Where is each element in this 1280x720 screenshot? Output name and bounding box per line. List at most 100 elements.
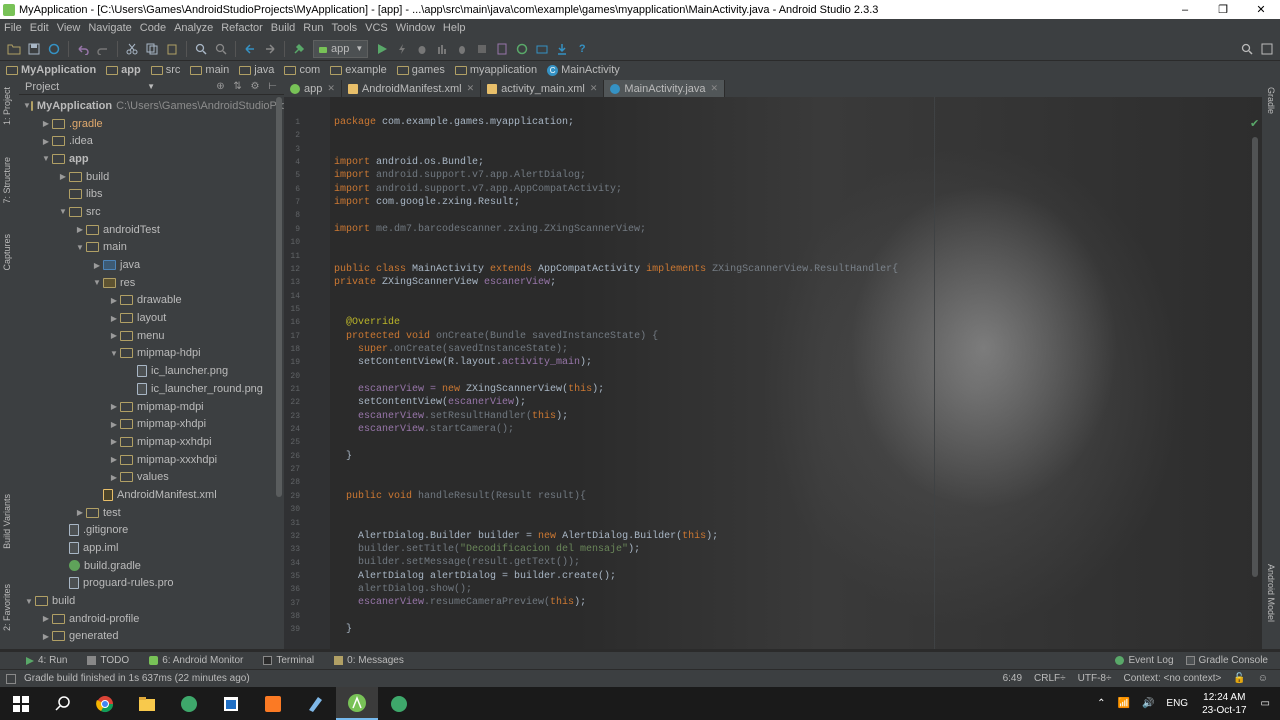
caret-position[interactable]: 6:49	[1003, 673, 1022, 684]
menu-edit[interactable]: Edit	[30, 22, 49, 34]
menu-refactor[interactable]: Refactor	[221, 22, 263, 34]
code-line[interactable]: import me.dm7.barcodescanner.zxing.ZXing…	[334, 223, 898, 236]
expand-arrow-icon[interactable]: ▼	[108, 349, 120, 358]
messages-tool-tab[interactable]: 0: Messages	[334, 655, 404, 666]
tree-item[interactable]: ▼ res	[19, 274, 284, 292]
menu-analyze[interactable]: Analyze	[174, 22, 213, 34]
expand-arrow-icon[interactable]: ▼	[74, 243, 86, 252]
expand-arrow-icon[interactable]: ▼	[57, 207, 69, 216]
code-editor[interactable]: 1 2 3 4 5 6 7 8 9 10 11 12 13 14 15 16 17 18 19 20 21 22 23 24 2…	[284, 97, 1262, 649]
stop-icon[interactable]	[475, 42, 489, 56]
expand-arrow-icon[interactable]: ▼	[91, 278, 103, 287]
menu-run[interactable]: Run	[303, 22, 323, 34]
avd-manager-icon[interactable]	[515, 42, 529, 56]
start-button[interactable]	[0, 687, 42, 720]
attach-debugger-icon[interactable]	[455, 42, 469, 56]
breadcrumb-item[interactable]: MyApplication	[6, 64, 96, 76]
collapse-arrow-icon[interactable]: ▶	[108, 455, 120, 464]
build-variants-tool-tab[interactable]: Build Variants	[2, 494, 12, 549]
tree-item[interactable]: ▶ mipmap-mdpi	[19, 398, 284, 416]
breadcrumb-item[interactable]: C MainActivity	[547, 64, 620, 76]
layout-inspector-icon[interactable]	[1260, 42, 1274, 56]
show-hidden-icons-icon[interactable]: ⌃	[1097, 698, 1105, 709]
event-log-tool-tab[interactable]: Event Log	[1115, 655, 1174, 666]
captures-tool-tab[interactable]: Captures	[2, 234, 12, 271]
tree-item[interactable]: ic_launcher_round.png	[19, 380, 284, 398]
code-line[interactable]	[334, 289, 898, 302]
code-line[interactable]: setContentView(escanerView);	[334, 396, 898, 409]
replace-icon[interactable]	[214, 42, 228, 56]
code-line[interactable]: protected void onCreate(Bundle savedInst…	[334, 330, 898, 343]
code-line[interactable]	[334, 209, 898, 222]
code-line[interactable]: AlertDialog.Builder builder = new AlertD…	[334, 530, 898, 543]
forward-icon[interactable]	[263, 42, 277, 56]
tree-item[interactable]: ▼ main	[19, 239, 284, 257]
code-text[interactable]: package com.example.games.myapplication;…	[334, 116, 898, 649]
make-project-icon[interactable]	[292, 42, 306, 56]
code-line[interactable]	[334, 610, 898, 623]
apply-changes-icon[interactable]	[395, 42, 409, 56]
restore-button[interactable]: ❐	[1204, 3, 1242, 16]
tree-item[interactable]: ▶ generated	[19, 628, 284, 646]
code-line[interactable]: package com.example.games.myapplication;	[334, 116, 898, 129]
tree-item[interactable]: app.iml	[19, 539, 284, 557]
line-separator[interactable]: CRLF÷	[1034, 673, 1066, 684]
android-studio-taskbar-icon[interactable]	[336, 687, 378, 720]
menu-code[interactable]: Code	[140, 22, 166, 34]
code-line[interactable]: }	[334, 623, 898, 636]
clock[interactable]: 12:24 AM 23-Oct-17	[1202, 691, 1246, 717]
lock-icon[interactable]: 🔓	[1233, 673, 1245, 684]
code-line[interactable]	[334, 636, 898, 649]
project-view-select[interactable]: Project ▼	[25, 81, 155, 93]
project-structure-icon[interactable]	[535, 42, 549, 56]
collapse-arrow-icon[interactable]: ▶	[40, 632, 52, 641]
sync-icon[interactable]	[47, 42, 61, 56]
collapse-arrow-icon[interactable]: ▶	[74, 225, 86, 234]
undo-icon[interactable]	[76, 42, 90, 56]
tree-item[interactable]: ▼ app	[19, 150, 284, 168]
collapse-arrow-icon[interactable]: ▶	[108, 314, 120, 323]
tree-item[interactable]: ▶ androidTest	[19, 221, 284, 239]
tree-item[interactable]: ▶ layout	[19, 309, 284, 327]
tab-mainactivity[interactable]: MainActivity.java ✕	[604, 80, 726, 97]
open-folder-icon[interactable]	[7, 42, 21, 56]
chrome-icon[interactable]	[84, 687, 126, 720]
tab-activity-main[interactable]: activity_main.xml ✕	[481, 80, 605, 97]
hector-icon[interactable]: ☺	[1258, 673, 1268, 684]
expand-arrow-icon[interactable]: ▼	[23, 101, 31, 110]
close-icon[interactable]: ✕	[327, 83, 335, 94]
code-line[interactable]	[334, 143, 898, 156]
code-line[interactable]	[334, 503, 898, 516]
action-center-icon[interactable]: ▭	[1261, 698, 1270, 709]
code-line[interactable]: import android.support.v7.app.AlertDialo…	[334, 169, 898, 182]
code-line[interactable]: setContentView(R.layout.activity_main);	[334, 356, 898, 369]
tree-item[interactable]: ▶ drawable	[19, 292, 284, 310]
redo-icon[interactable]	[96, 42, 110, 56]
code-line[interactable]: super.onCreate(savedInstanceState);	[334, 343, 898, 356]
help-icon[interactable]: ?	[575, 42, 589, 56]
code-line[interactable]	[334, 249, 898, 262]
code-line[interactable]	[334, 129, 898, 142]
code-line[interactable]	[334, 436, 898, 449]
close-button[interactable]: ✕	[1242, 3, 1280, 16]
breadcrumb-item[interactable]: com	[284, 64, 320, 76]
collapse-arrow-icon[interactable]: ▶	[91, 261, 103, 270]
notepad-icon[interactable]	[294, 687, 336, 720]
tree-item[interactable]: libs	[19, 185, 284, 203]
close-icon[interactable]: ✕	[467, 83, 475, 94]
structure-tool-tab[interactable]: 7: Structure	[2, 157, 12, 204]
xampp-icon[interactable]	[252, 687, 294, 720]
code-line[interactable]	[334, 476, 898, 489]
tree-item[interactable]: .gitignore	[19, 522, 284, 540]
todo-tool-tab[interactable]: TODO	[87, 655, 129, 666]
find-icon[interactable]	[194, 42, 208, 56]
tree-item[interactable]: ▼ src	[19, 203, 284, 221]
menu-view[interactable]: View	[57, 22, 81, 34]
menu-vcs[interactable]: VCS	[365, 22, 388, 34]
menu-help[interactable]: Help	[443, 22, 466, 34]
minimize-button[interactable]: ‒	[1166, 4, 1204, 16]
sdk-manager-icon[interactable]	[555, 42, 569, 56]
android-monitor-tool-tab[interactable]: 6: Android Monitor	[149, 655, 243, 666]
code-line[interactable]: escanerView.resumeCameraPreview(this);	[334, 596, 898, 609]
code-line[interactable]: public class MainActivity extends AppCom…	[334, 263, 898, 276]
